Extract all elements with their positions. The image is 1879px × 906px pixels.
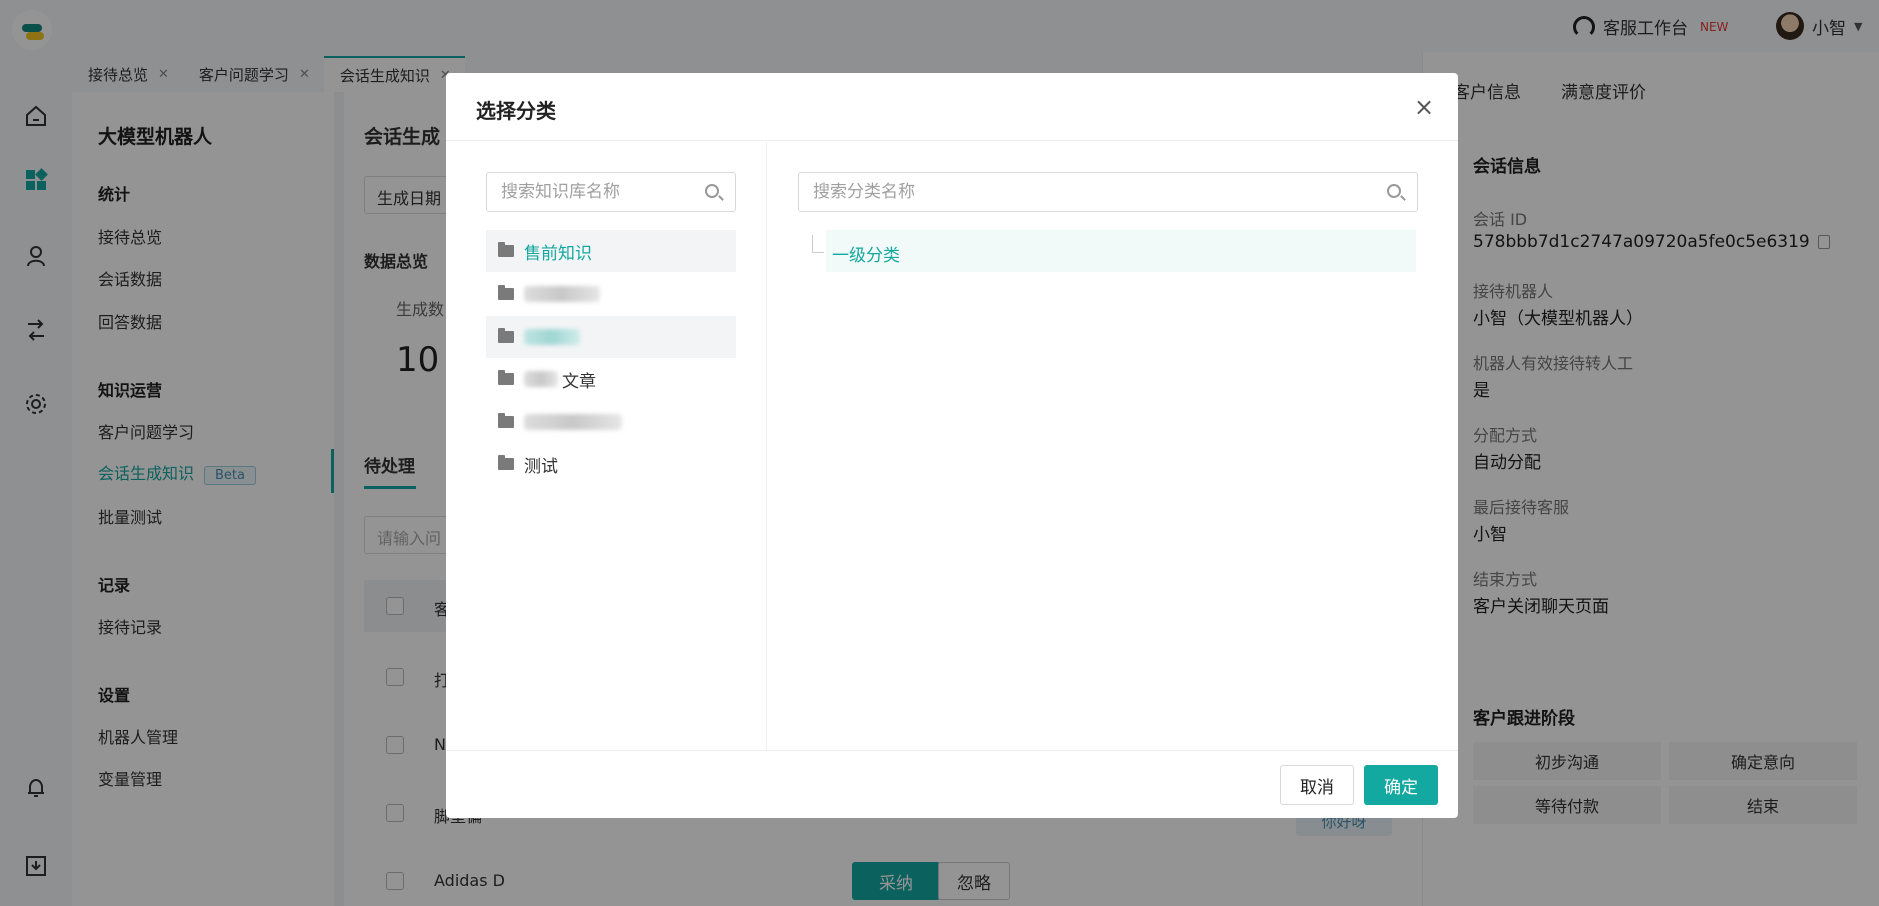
redacted-label — [524, 329, 580, 345]
search-icon[interactable] — [705, 184, 719, 198]
library-item[interactable]: 文章 — [486, 358, 736, 400]
close-icon[interactable]: × — [1412, 95, 1436, 119]
library-item[interactable] — [486, 273, 736, 315]
folder-icon — [498, 370, 514, 385]
library-label: 文章 — [562, 371, 596, 392]
library-item[interactable] — [486, 316, 736, 358]
library-item[interactable]: 测试 — [486, 443, 736, 485]
library-item[interactable]: 售前知识 — [486, 230, 736, 272]
confirm-button[interactable]: 确定 — [1364, 765, 1438, 805]
library-label: 测试 — [524, 456, 558, 477]
category-search-input[interactable] — [798, 172, 1418, 212]
category-label[interactable]: 一级分类 — [832, 241, 900, 266]
dialog-title: 选择分类 — [476, 99, 556, 123]
divider — [766, 142, 767, 750]
library-label: 售前知识 — [524, 243, 592, 264]
select-category-dialog: 选择分类 × 售前知识 文章 测试 一级分类 取消 确定 — [446, 73, 1458, 818]
folder-icon — [498, 285, 514, 300]
redacted-label — [524, 286, 600, 302]
dialog-header: 选择分类 × — [446, 73, 1458, 141]
redacted-label — [524, 414, 622, 430]
category-tree-row[interactable] — [826, 230, 1416, 272]
tree-connector — [812, 235, 824, 253]
folder-icon — [498, 242, 514, 257]
folder-icon — [498, 328, 514, 343]
search-icon[interactable] — [1387, 184, 1401, 198]
cancel-button[interactable]: 取消 — [1280, 765, 1354, 805]
library-item[interactable] — [486, 401, 736, 443]
redacted-label — [524, 371, 558, 387]
folder-icon — [498, 455, 514, 470]
library-search-input[interactable] — [486, 172, 736, 212]
folder-icon — [498, 413, 514, 428]
